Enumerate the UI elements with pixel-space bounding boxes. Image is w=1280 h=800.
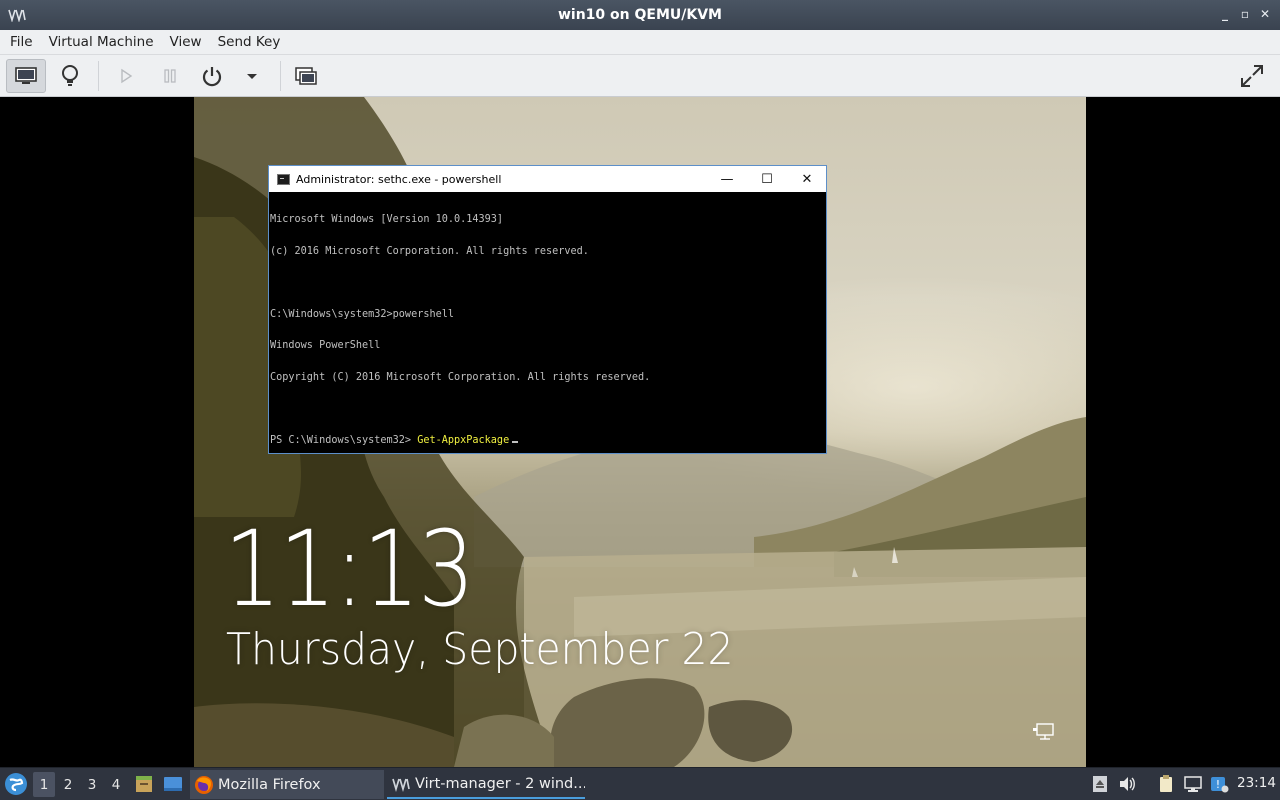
virt-manager-icon bbox=[8, 9, 26, 22]
console-line: Microsoft Windows [Version 10.0.14393] bbox=[270, 214, 504, 225]
virt-manager-icon bbox=[392, 778, 410, 792]
pause-icon bbox=[164, 69, 176, 83]
taskbar: 1 2 3 4 Mozilla Firefox Virt-manager - 2… bbox=[0, 767, 1280, 800]
firefox-icon bbox=[195, 775, 213, 794]
console-command: Get-AppxPackage bbox=[417, 434, 510, 446]
cmd-icon bbox=[277, 173, 290, 185]
workspace-3[interactable]: 3 bbox=[81, 772, 103, 797]
update-notifier-icon[interactable]: ! bbox=[1209, 774, 1229, 794]
fullscreen-icon bbox=[1241, 65, 1263, 87]
maximize-button[interactable]: ▫ bbox=[1238, 6, 1252, 22]
window-title: win10 on QEMU/KVM bbox=[557, 7, 722, 23]
powershell-titlebar[interactable]: Administrator: sethc.exe - powershell — … bbox=[269, 166, 826, 192]
workspace-1[interactable]: 1 bbox=[33, 772, 55, 797]
workspace-2[interactable]: 2 bbox=[57, 772, 79, 797]
workspace-4[interactable]: 4 bbox=[105, 772, 127, 797]
console-line: Copyright (C) 2016 Microsoft Corporation… bbox=[270, 371, 651, 383]
task-firefox-label: Mozilla Firefox bbox=[218, 776, 321, 793]
task-virt-manager[interactable]: Virt-manager - 2 wind... bbox=[387, 770, 585, 799]
start-menu-icon[interactable] bbox=[4, 772, 28, 796]
file-manager-icon[interactable] bbox=[134, 774, 154, 794]
show-details-button[interactable] bbox=[50, 59, 90, 93]
window-controls: _ ▫ ✕ bbox=[1218, 6, 1272, 22]
network-status-icon[interactable] bbox=[1183, 774, 1203, 794]
network-icon[interactable] bbox=[1032, 722, 1056, 742]
taskbar-clock[interactable]: 23:14 bbox=[1237, 775, 1276, 791]
menu-send-key[interactable]: Send Key bbox=[210, 30, 289, 55]
snapshots-button[interactable] bbox=[286, 59, 326, 93]
powershell-window[interactable]: Administrator: sethc.exe - powershell — … bbox=[268, 165, 827, 454]
play-icon bbox=[121, 68, 133, 84]
task-firefox[interactable]: Mozilla Firefox bbox=[190, 770, 384, 799]
shutdown-button[interactable] bbox=[192, 59, 232, 93]
window-titlebar[interactable]: win10 on QEMU/KVM _ ▫ ✕ bbox=[0, 0, 1280, 30]
lockscreen-time: 11:13 bbox=[224, 508, 475, 630]
menu-file[interactable]: File bbox=[0, 30, 41, 55]
close-button[interactable]: ✕ bbox=[1258, 6, 1272, 22]
console-output[interactable]: Microsoft Windows [Version 10.0.14393] (… bbox=[269, 192, 826, 467]
fullscreen-button[interactable] bbox=[1232, 59, 1272, 93]
menubar: File Virtual Machine View Send Key bbox=[0, 30, 1280, 55]
vm-display[interactable]: 11:13 Thursday, September 22 Administrat… bbox=[0, 97, 1280, 767]
console-close-button[interactable]: ✕ bbox=[787, 166, 827, 192]
console-maximize-button[interactable]: ☐ bbox=[747, 166, 787, 192]
console-minimize-button[interactable]: — bbox=[707, 166, 747, 192]
menu-view[interactable]: View bbox=[162, 30, 210, 55]
toolbar bbox=[0, 55, 1280, 97]
text-cursor bbox=[512, 440, 519, 443]
powershell-title: Administrator: sethc.exe - powershell bbox=[296, 172, 502, 186]
task-virt-manager-label: Virt-manager - 2 wind... bbox=[415, 775, 585, 792]
lockscreen-date: Thursday, September 22 bbox=[226, 624, 734, 675]
console-line: (c) 2016 Microsoft Corporation. All righ… bbox=[270, 245, 589, 257]
show-desktop-icon[interactable] bbox=[163, 774, 183, 794]
snapshots-icon bbox=[295, 67, 317, 85]
toolbar-separator bbox=[98, 61, 99, 91]
svg-text:!: ! bbox=[1216, 778, 1220, 791]
console-line: C:\Windows\system32>powershell bbox=[270, 308, 455, 320]
power-icon bbox=[202, 67, 222, 87]
run-button[interactable] bbox=[106, 59, 146, 93]
menu-virtual-machine[interactable]: Virtual Machine bbox=[41, 30, 162, 55]
volume-icon[interactable] bbox=[1117, 774, 1137, 794]
console-prompt: PS C:\Windows\system32> bbox=[270, 434, 418, 446]
toolbar-separator bbox=[280, 61, 281, 91]
monitor-icon bbox=[15, 67, 37, 84]
clipboard-icon[interactable] bbox=[1156, 774, 1176, 794]
console-prompt-line: PS C:\Windows\system32> Get-AppxPackage bbox=[270, 434, 826, 447]
shutdown-menu-button[interactable] bbox=[232, 59, 272, 93]
chevron-down-icon bbox=[247, 74, 257, 79]
lightbulb-icon bbox=[62, 65, 78, 86]
console-line: Windows PowerShell bbox=[270, 340, 381, 351]
eject-icon[interactable] bbox=[1090, 774, 1110, 794]
minimize-button[interactable]: _ bbox=[1218, 6, 1232, 22]
show-console-button[interactable] bbox=[6, 59, 46, 93]
pause-button[interactable] bbox=[150, 59, 190, 93]
